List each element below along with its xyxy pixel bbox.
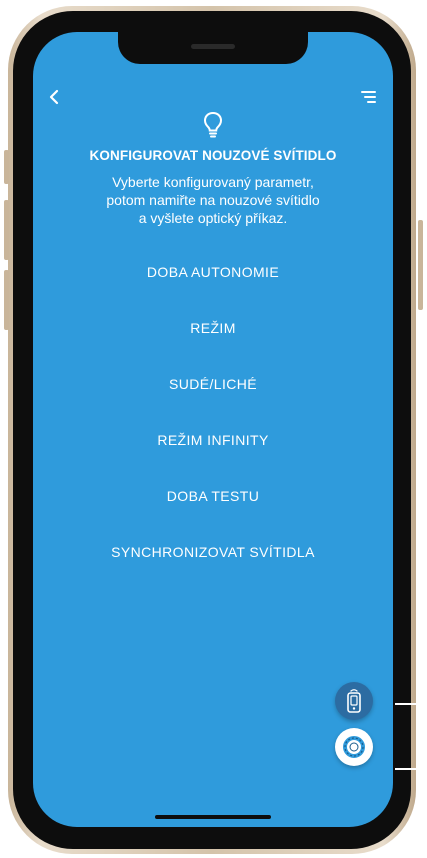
optical-command-button[interactable] <box>335 728 373 766</box>
home-indicator <box>155 815 271 819</box>
speaker-grille <box>191 44 235 49</box>
notch <box>118 32 308 64</box>
phone-side-button <box>4 150 9 184</box>
instructions-line: potom namiřte na nouzové svítidlo <box>106 192 320 208</box>
option-rezim-infinity[interactable]: REŽIM INFINITY <box>33 428 393 484</box>
page-title: KONFIGUROVAT NOUZOVÉ SVÍTIDLO <box>89 148 337 163</box>
back-button[interactable] <box>41 84 67 110</box>
option-doba-autonomie[interactable]: DOBA AUTONOMIE <box>33 260 393 316</box>
phone-side-button <box>4 200 9 260</box>
option-sude-liche[interactable]: SUDÉ/LICHÉ <box>33 372 393 428</box>
app-screen: KONFIGUROVAT NOUZOVÉ SVÍTIDLO Vyberte ko… <box>33 32 393 827</box>
option-doba-testu[interactable]: DOBA TESTU <box>33 484 393 540</box>
chevron-left-icon <box>49 89 59 105</box>
callout-line-remote <box>395 703 427 705</box>
parameter-list: DOBA AUTONOMIE REŽIM SUDÉ/LICHÉ REŽIM IN… <box>33 260 393 596</box>
phone-remote-icon <box>347 689 361 713</box>
lens-icon <box>343 736 365 758</box>
phone-side-button <box>418 220 423 310</box>
instructions-line: Vyberte konfigurovaný parametr, <box>112 174 314 190</box>
phone-side-button <box>4 270 9 330</box>
option-synchronizovat-svitidla[interactable]: SYNCHRONIZOVAT SVÍTIDLA <box>33 540 393 596</box>
lightbulb-icon <box>203 111 223 138</box>
option-rezim[interactable]: REŽIM <box>33 316 393 372</box>
remote-button[interactable] <box>335 682 373 720</box>
callout-line-lens <box>395 768 427 770</box>
instructions-line: a vyšlete optický příkaz. <box>138 210 288 226</box>
menu-button[interactable] <box>355 84 379 110</box>
menu-lines-icon <box>361 91 376 103</box>
instructions-text: Vyberte konfigurovaný parametr, potom na… <box>63 173 363 227</box>
